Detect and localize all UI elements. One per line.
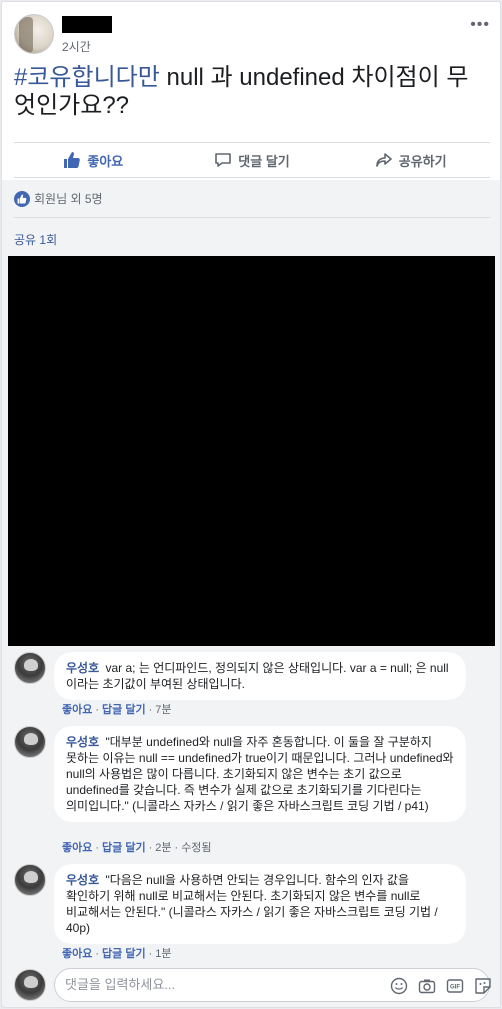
sticker-icon[interactable] <box>474 977 492 995</box>
comment-item: 우성호 var a; 는 언디파인드, 정의되지 않은 상태입니다. var a… <box>14 652 490 722</box>
comment-input-box[interactable]: GIF <box>54 968 492 1002</box>
comment-reply-link[interactable]: 답글 달기 <box>102 704 146 716</box>
comment-bubble: 우성호 "다음은 null을 사용하면 안되는 경우입니다. 함수의 인자 값을… <box>54 864 466 944</box>
comment-bubble: 우성호 "대부분 undefined와 null을 자주 혼동합니다. 이 둘을… <box>54 726 466 822</box>
reaction-summary[interactable]: 회원님 외 5명 <box>14 190 103 207</box>
comment-icon <box>215 153 232 167</box>
shares-count[interactable]: 공유 1회 <box>14 231 57 248</box>
comment-item: 우성호 "다음은 null을 사용하면 안되는 경우입니다. 함수의 인자 값을… <box>14 864 490 964</box>
thumbs-up-icon <box>64 152 81 168</box>
commenter-name[interactable]: 우성호 <box>66 873 99 887</box>
comment-edited[interactable]: 수정됨 <box>181 842 211 854</box>
comment-text: "다음은 null을 사용하면 안되는 경우입니다. 함수의 인자 값을 확인하… <box>66 873 438 935</box>
comment-like-link[interactable]: 좋아요 <box>62 948 92 960</box>
comment-text: "대부분 undefined와 null을 자주 혼동합니다. 이 둘을 잘 구… <box>66 735 454 813</box>
svg-text:GIF: GIF <box>450 985 460 991</box>
commenter-name[interactable]: 우성호 <box>66 661 99 675</box>
comment-input[interactable] <box>65 977 365 992</box>
emoji-icon[interactable] <box>390 977 408 995</box>
commenter-name[interactable]: 우성호 <box>66 735 99 749</box>
ellipsis-icon[interactable]: ••• <box>470 16 490 34</box>
hashtag-link[interactable]: #코유합니다만 <box>14 64 160 91</box>
comment-like-link[interactable]: 좋아요 <box>62 842 92 854</box>
likes-count-text: 회원님 외 5명 <box>34 192 103 206</box>
post-body: #코유합니다만 null 과 undefined 차이점이 무엇인가요?? <box>14 64 484 120</box>
author-avatar[interactable] <box>14 14 54 54</box>
comment-meta: 좋아요 · 답글 달기 · 1분 <box>62 948 172 960</box>
comment-like-link[interactable]: 좋아요 <box>62 704 92 716</box>
gif-icon[interactable]: GIF <box>446 977 464 995</box>
camera-icon[interactable] <box>418 977 436 995</box>
divider <box>14 217 490 218</box>
commenter-avatar[interactable] <box>14 652 46 684</box>
my-avatar[interactable] <box>14 969 46 1001</box>
comment-item: 우성호 "대부분 undefined와 null을 자주 혼동합니다. 이 둘을… <box>14 726 490 856</box>
like-button[interactable]: 좋아요 <box>14 143 173 177</box>
post-time[interactable]: 2시간 <box>62 38 91 55</box>
share-button[interactable]: 공유하기 <box>331 143 490 177</box>
comment-button[interactable]: 댓글 달기 <box>173 143 332 177</box>
comment-reply-link[interactable]: 답글 달기 <box>102 948 146 960</box>
like-reaction-icon <box>14 190 30 207</box>
comment-bubble: 우성호 var a; 는 언디파인드, 정의되지 않은 상태입니다. var a… <box>54 652 466 700</box>
comment-text: var a; 는 언디파인드, 정의되지 않은 상태입니다. var a = n… <box>66 661 449 691</box>
comment-meta: 좋아요 · 답글 달기 · 2분 · 수정됨 <box>62 842 212 854</box>
post-card: 2시간 ••• #코유합니다만 null 과 undefined 차이점이 무엇… <box>1 1 501 1008</box>
post-header: 2시간 ••• <box>14 14 490 56</box>
comment-label: 댓글 달기 <box>238 153 290 169</box>
comment-reply-link[interactable]: 답글 달기 <box>102 842 146 854</box>
author-name-redacted[interactable] <box>62 16 112 33</box>
action-bar: 좋아요 댓글 달기 공유하기 <box>14 142 490 178</box>
share-icon <box>375 153 392 167</box>
commenter-avatar[interactable] <box>14 864 46 896</box>
comment-composer: GIF <box>14 968 492 1002</box>
like-label: 좋아요 <box>87 153 124 169</box>
commenter-avatar[interactable] <box>14 726 46 758</box>
comment-time[interactable]: 1분 <box>155 948 171 960</box>
comment-time[interactable]: 2분 <box>155 842 171 854</box>
shared-media-redacted[interactable] <box>8 256 495 646</box>
comment-time[interactable]: 7분 <box>155 704 171 716</box>
comment-meta: 좋아요 · 답글 달기 · 7분 <box>62 704 172 716</box>
share-label: 공유하기 <box>398 153 447 169</box>
